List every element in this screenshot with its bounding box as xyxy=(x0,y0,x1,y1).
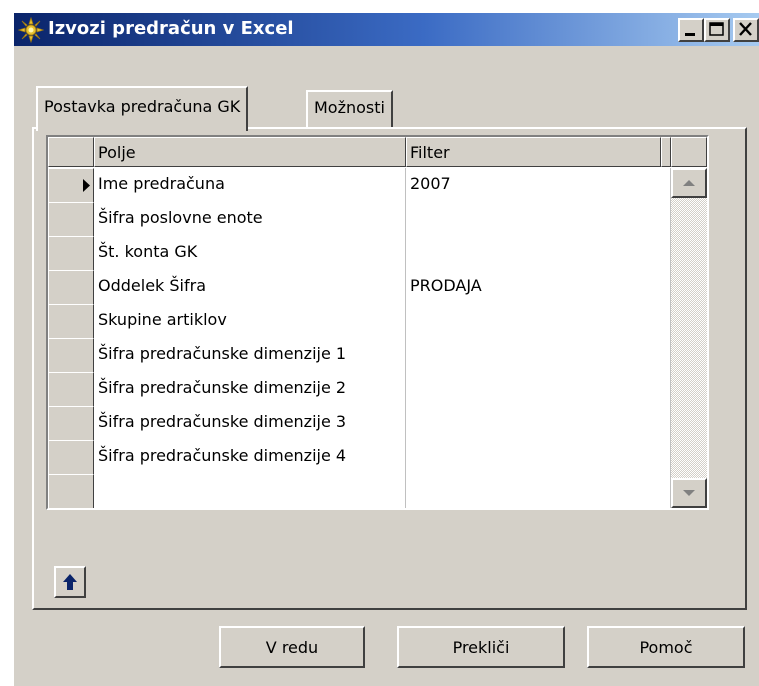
dialog-window: Izvozi predračun v Excel Postavka predra… xyxy=(0,0,759,686)
maximize-button[interactable] xyxy=(704,18,730,42)
cell-polje[interactable]: Šifra predračunske dimenzije 4 xyxy=(94,440,406,475)
cell-polje[interactable]: Skupine artiklov xyxy=(94,304,406,339)
cell-polje[interactable]: Šifra predračunske dimenzije 3 xyxy=(94,406,406,441)
arrow-up-icon xyxy=(63,574,77,590)
title-bar[interactable]: Izvozi predračun v Excel xyxy=(14,13,759,46)
table-row[interactable]: Šifra predračunske dimenzije 3 xyxy=(48,406,707,441)
row-selector-header xyxy=(48,137,94,167)
row-selector[interactable] xyxy=(48,202,94,237)
row-selector[interactable] xyxy=(48,372,94,407)
table-row[interactable] xyxy=(48,474,707,508)
column-header-corner xyxy=(671,137,707,167)
cancel-button[interactable]: Prekliči xyxy=(397,626,565,668)
row-selector[interactable] xyxy=(48,304,94,339)
table-row[interactable]: Šifra predračunske dimenzije 4 xyxy=(48,440,707,475)
row-selector[interactable] xyxy=(48,168,94,203)
dialog-body: Postavka predračuna GK Možnosti Polje Fi… xyxy=(14,46,759,686)
cell-filter[interactable] xyxy=(406,372,671,407)
cell-polje[interactable]: Ime predračuna xyxy=(94,168,406,203)
table-row[interactable]: Oddelek Šifra PRODAJA xyxy=(48,270,707,305)
help-button[interactable]: Pomoč xyxy=(587,626,745,668)
app-icon xyxy=(18,17,44,43)
row-selector[interactable] xyxy=(48,270,94,305)
table-row[interactable]: Ime predračuna 2007 xyxy=(48,168,707,203)
minimize-icon xyxy=(685,33,695,36)
column-header-polje[interactable]: Polje xyxy=(94,137,406,167)
table-row[interactable]: Št. konta GK xyxy=(48,236,707,271)
cell-filter[interactable] xyxy=(406,440,671,475)
scroll-down-icon xyxy=(683,490,695,496)
cell-filter[interactable]: 2007 xyxy=(406,168,671,203)
cell-filter[interactable] xyxy=(406,406,671,441)
cell-filter[interactable] xyxy=(406,338,671,373)
row-selector[interactable] xyxy=(48,406,94,441)
cell-filter[interactable] xyxy=(406,474,671,508)
row-selector[interactable] xyxy=(48,474,94,508)
close-button[interactable] xyxy=(733,18,759,42)
cell-filter[interactable] xyxy=(406,236,671,271)
row-selector[interactable] xyxy=(48,338,94,373)
row-selector[interactable] xyxy=(48,440,94,475)
table-row[interactable]: Šifra poslovne enote xyxy=(48,202,707,237)
cell-polje[interactable]: Oddelek Šifra xyxy=(94,270,406,305)
cell-filter[interactable]: PRODAJA xyxy=(406,270,671,305)
current-row-icon xyxy=(83,179,90,192)
cell-filter[interactable] xyxy=(406,304,671,339)
scroll-down-button[interactable] xyxy=(671,478,707,508)
filter-grid: Polje Filter Ime predračuna 2007 Šifra pos… xyxy=(46,135,709,510)
scroll-up-icon xyxy=(683,180,695,186)
vertical-scrollbar[interactable] xyxy=(671,168,707,508)
cell-polje[interactable] xyxy=(94,474,406,508)
tab-postavka-predracuna-gk[interactable]: Postavka predračuna GK xyxy=(36,86,249,131)
window-title: Izvozi predračun v Excel xyxy=(48,18,294,39)
column-header-filter[interactable]: Filter xyxy=(406,137,661,167)
minimize-button[interactable] xyxy=(678,18,704,42)
column-header-spacer xyxy=(661,137,671,167)
cell-polje[interactable]: Šifra poslovne enote xyxy=(94,202,406,237)
ok-button[interactable]: V redu xyxy=(219,626,365,668)
table-row[interactable]: Šifra predračunske dimenzije 1 xyxy=(48,338,707,373)
table-row[interactable]: Skupine artiklov xyxy=(48,304,707,339)
table-row[interactable]: Šifra predračunske dimenzije 2 xyxy=(48,372,707,407)
cell-polje[interactable]: Šifra predračunske dimenzije 2 xyxy=(94,372,406,407)
maximize-icon xyxy=(709,22,724,36)
tab-moznosti[interactable]: Možnosti xyxy=(306,90,393,129)
cell-polje[interactable]: Šifra predračunske dimenzije 1 xyxy=(94,338,406,373)
close-icon xyxy=(739,22,752,36)
cell-polje[interactable]: Št. konta GK xyxy=(94,236,406,271)
scroll-up-button[interactable] xyxy=(671,168,707,198)
cell-filter[interactable] xyxy=(406,202,671,237)
move-up-button[interactable] xyxy=(54,566,86,598)
row-selector[interactable] xyxy=(48,236,94,271)
